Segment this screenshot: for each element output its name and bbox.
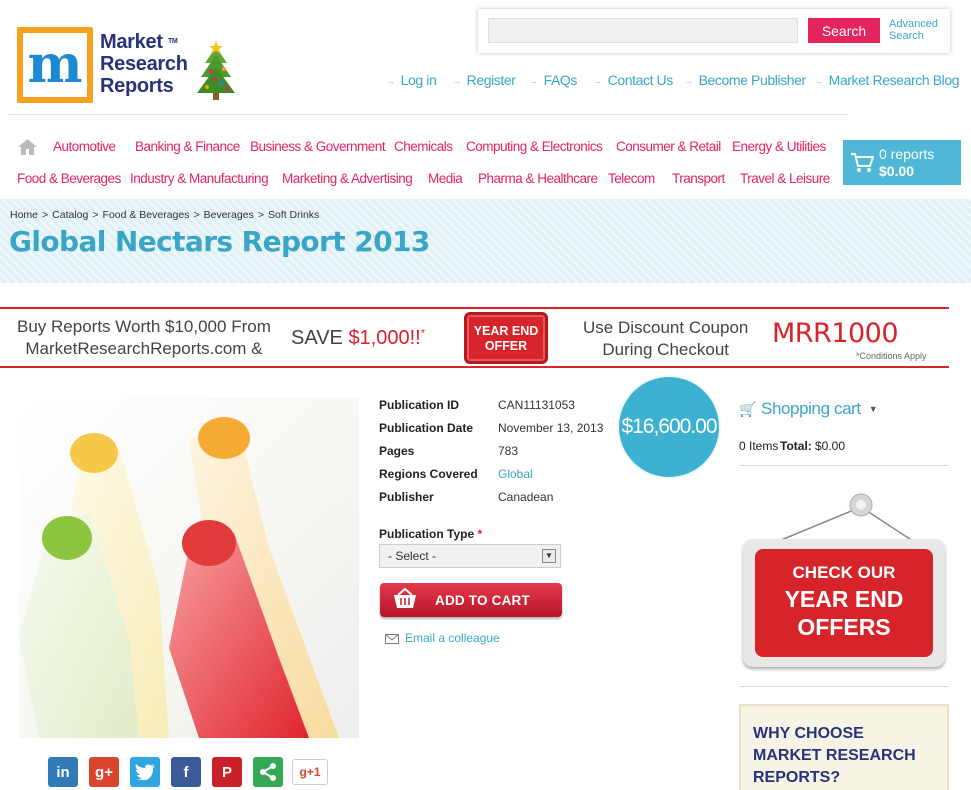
sidebar-divider — [739, 686, 949, 687]
cart-count: 0 reports — [879, 146, 935, 162]
breadcrumb-home[interactable]: Home — [10, 209, 38, 221]
cart-total: $0.00 — [879, 163, 915, 179]
christmas-tree-icon — [197, 41, 235, 100]
google-plus-icon[interactable]: g+ — [89, 757, 119, 787]
shopping-cart-toggle[interactable]: 🛒 Shopping cart ▼ — [739, 399, 878, 419]
sign-hanger — [768, 493, 920, 546]
cart-icon: 🛒 — [739, 401, 757, 417]
promo-offer-text: Buy Reports Worth $10,000 From MarketRes… — [17, 317, 271, 358]
advanced-search-link[interactable]: Advanced Search — [889, 18, 944, 42]
nav-marketing-advertising[interactable]: Marketing & Advertising — [282, 171, 413, 186]
cart-items-count: 0 Items — [739, 439, 779, 453]
nav-industry-manufacturing[interactable]: Industry & Manufacturing — [130, 171, 269, 186]
header-divider — [8, 114, 848, 115]
search-panel: Search Advanced Search — [478, 9, 950, 53]
promo-banner[interactable]: Buy Reports Worth $10,000 From MarketRes… — [0, 307, 949, 368]
cart-total-label: Total: — [780, 439, 812, 453]
basket-icon — [394, 587, 416, 608]
nav-automotive[interactable]: Automotive — [53, 139, 116, 154]
promo-save-text: SAVE $1,000!!* — [291, 327, 426, 349]
search-button[interactable]: Search — [808, 18, 880, 43]
promo-coupon-text: Use Discount Coupon During Checkout — [583, 318, 749, 359]
envelope-icon — [385, 634, 399, 644]
sidebar-divider — [739, 465, 949, 466]
logo-mark: m — [17, 27, 93, 103]
twitter-icon[interactable] — [130, 757, 160, 787]
breadcrumb-beverages[interactable]: Beverages — [204, 209, 254, 221]
year-end-offer-badge: YEAR END OFFER — [464, 312, 548, 364]
login-link[interactable]: Log in — [386, 72, 437, 88]
nav-travel-leisure[interactable]: Travel & Leisure — [740, 171, 830, 186]
header-cart-button[interactable]: 0 reports $0.00 — [843, 140, 961, 185]
conditions-note: *Conditions Apply — [856, 351, 927, 361]
product-image — [19, 398, 359, 738]
nav-business-government[interactable]: Business & Government — [250, 139, 386, 154]
nav-food-beverages[interactable]: Food & Beverages — [17, 171, 121, 186]
nav-chemicals[interactable]: Chemicals — [394, 139, 453, 154]
logo-wordmark: Market TM Research Reports — [100, 31, 188, 97]
cart-icon — [851, 153, 874, 172]
faqs-link[interactable]: FAQs — [529, 72, 578, 88]
blog-link[interactable]: Market Research Blog — [814, 72, 960, 88]
pinterest-icon[interactable]: P — [212, 757, 242, 787]
nav-media[interactable]: Media — [428, 171, 463, 186]
chevron-down-icon: ▼ — [868, 404, 878, 414]
chevron-down-icon: ▼ — [542, 549, 556, 563]
why-choose-box: WHY CHOOSE MARKET RESEARCH REPORTS? — [739, 704, 949, 790]
breadcrumb: Home > Catalog > Food & Beverages > Beverages >… — [10, 209, 320, 221]
breadcrumb-soft-drinks[interactable]: Soft Drinks — [268, 209, 319, 221]
nav-energy-utilities[interactable]: Energy & Utilities — [732, 139, 826, 154]
page-title: Global Nectars Report 2013 — [9, 225, 430, 258]
home-icon[interactable] — [18, 138, 37, 155]
linkedin-icon[interactable]: in — [48, 757, 78, 787]
search-input[interactable] — [488, 18, 798, 43]
site-logo[interactable]: m Market TM Research Reports — [17, 27, 242, 107]
register-link[interactable]: Register — [452, 72, 516, 88]
nav-telecom[interactable]: Telecom — [608, 171, 655, 186]
nav-pharma-healthcare[interactable]: Pharma & Healthcare — [478, 171, 598, 186]
publication-type-label: Publication Type * — [379, 527, 483, 541]
breadcrumb-food-beverages[interactable]: Food & Beverages — [103, 209, 190, 221]
year-end-offers-banner[interactable]: CHECK OUR YEAR END OFFERS — [743, 487, 947, 669]
publication-type-select[interactable]: - Select - ▼ — [379, 544, 561, 568]
coupon-code: MRR1000 — [772, 318, 899, 349]
nav-transport[interactable]: Transport — [672, 171, 725, 186]
contact-us-link[interactable]: Contact Us — [593, 72, 674, 88]
nav-banking-finance[interactable]: Banking & Finance — [135, 139, 240, 154]
price-badge: $16,600.00 — [619, 377, 719, 477]
facebook-icon[interactable]: f — [171, 757, 201, 787]
nav-consumer-retail[interactable]: Consumer & Retail — [616, 139, 721, 154]
region-link[interactable]: Global — [498, 467, 533, 481]
nav-computing-electronics[interactable]: Computing & Electronics — [466, 139, 603, 154]
breadcrumb-catalog[interactable]: Catalog — [52, 209, 88, 221]
bottles-illustration — [19, 417, 339, 738]
become-publisher-link[interactable]: Become Publisher — [684, 72, 807, 88]
google-plus-one-button[interactable]: g+1 — [292, 759, 328, 785]
add-to-cart-button[interactable]: ADD TO CART — [380, 583, 562, 617]
share-icon[interactable] — [253, 757, 283, 787]
cart-total-value: $0.00 — [815, 439, 846, 453]
